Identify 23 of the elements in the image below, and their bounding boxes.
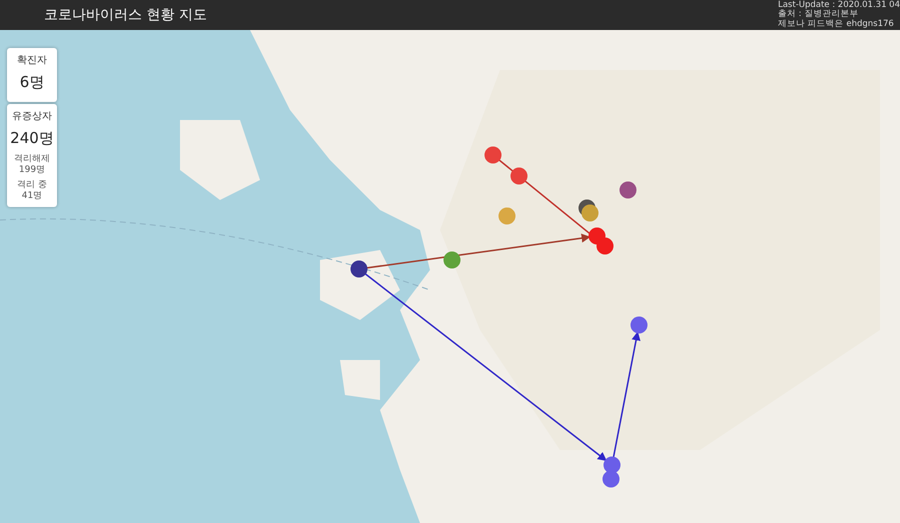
detail-label: 격리 중 [16,180,48,190]
location-marker[interactable] [350,260,368,278]
location-marker[interactable] [620,182,636,198]
stat-value: 6명 [18,72,46,93]
detail-value: 199명 [18,164,46,176]
stat-label: 확진자 [16,54,48,68]
header-info-text: 출처 : 질병관리본부 [778,10,860,20]
detail-value: 41명 [20,190,44,202]
location-marker[interactable] [484,146,502,164]
header-info-text: 제보나 피드백은 ehdgns176 [778,20,895,30]
location-marker[interactable] [604,456,620,474]
location-marker[interactable] [444,252,460,268]
location-marker[interactable] [510,168,528,184]
location-marker[interactable] [582,204,598,222]
header-info-text: Last-Update : 2020.01.31 04 [778,0,900,10]
location-marker[interactable] [596,238,614,254]
detail-label: 격리해제 [13,154,51,164]
location-marker[interactable] [630,316,648,334]
location-marker[interactable] [498,208,516,224]
app-title: 코로나바이러스 현황 지도 [43,6,207,24]
stat-value: 240명 [9,128,55,149]
location-marker[interactable] [602,470,620,488]
stat-label: 유증상자 [11,110,53,124]
